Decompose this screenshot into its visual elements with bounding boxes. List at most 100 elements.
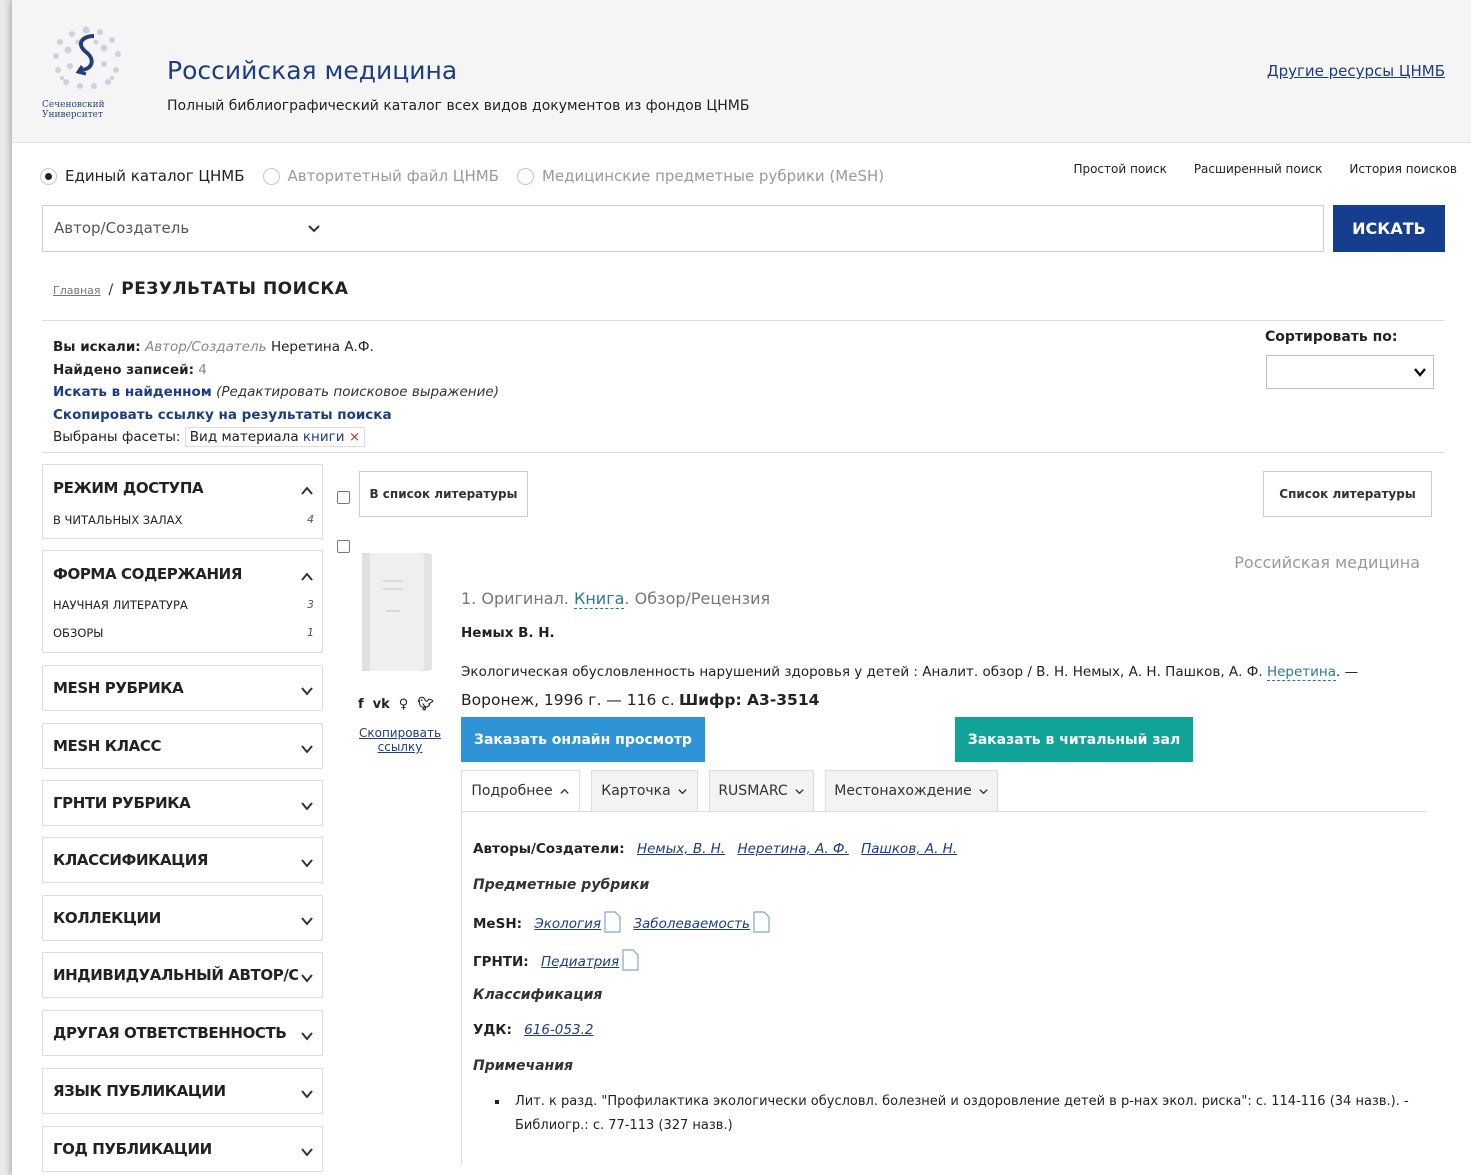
subjects-heading: Предметные рубрики	[473, 877, 650, 893]
facet-title: РЕЖИМ ДОСТУПА	[53, 479, 204, 497]
chevron-down-icon[interactable]	[300, 1029, 314, 1043]
facet-year[interactable]: ГОД ПУБЛИКАЦИИ	[42, 1126, 323, 1172]
other-resources-link[interactable]: Другие ресурсы ЦНМБ	[1267, 62, 1445, 80]
search-mode-group: Единый каталог ЦНМБ Авторитетный файл ЦН…	[40, 167, 902, 185]
logo-emblem-icon	[53, 26, 121, 89]
authors-row: Авторы/Создатели: Немых, В. Н. Неретина,…	[473, 841, 957, 857]
mesh-term-link[interactable]: Заболеваемость	[633, 916, 750, 932]
grnti-term-link[interactable]: Педиатрия	[541, 954, 619, 970]
facebook-icon[interactable]: f	[358, 697, 364, 712]
description-author-link[interactable]: Неретина	[1266, 664, 1337, 681]
chevron-down-icon[interactable]	[300, 1145, 314, 1159]
page-title: РЕЗУЛЬТАТЫ ПОИСКА	[121, 279, 349, 299]
copy-results-link[interactable]: Скопировать ссылку на результаты поиска	[53, 407, 392, 423]
simple-search-link[interactable]: Простой поиск	[1073, 162, 1166, 176]
facet-other-responsibility[interactable]: ДРУГАЯ ОТВЕТСТВЕННОСТЬ	[42, 1010, 323, 1056]
document-icon[interactable]	[621, 949, 639, 971]
mode-label: Единый каталог ЦНМБ	[65, 167, 245, 185]
facet-mesh-rubric[interactable]: MESH РУБРИКА	[42, 665, 323, 711]
grnti-row: ГРНТИ: Педиатрия	[473, 949, 639, 971]
author-link[interactable]: Неретина, А. Ф.	[737, 841, 848, 857]
search-within-link[interactable]: Искать в найденном	[53, 384, 212, 400]
facet-content-form[interactable]: ФОРМА СОДЕРЖАНИЯ НАУЧНАЯ ЛИТЕРАТУРА 3 ОБ…	[42, 550, 323, 653]
radio-unified-catalog[interactable]	[40, 167, 57, 185]
chevron-down-icon[interactable]	[300, 1087, 314, 1101]
chevron-down-icon[interactable]	[300, 856, 314, 870]
record-type-book-link[interactable]: Книга	[573, 589, 625, 609]
tab-card[interactable]: Карточка	[591, 770, 698, 812]
author-link[interactable]: Пашков, А. Н.	[861, 841, 957, 857]
mode-authority-file[interactable]: Авторитетный файл ЦНМБ	[262, 167, 517, 185]
edit-expression-link[interactable]: (Редактировать поисковое выражение)	[216, 384, 499, 400]
search-field-select[interactable]: Автор/Создатель	[54, 219, 189, 237]
facet-individual-author[interactable]: ИНДИВИДУАЛЬНЫЙ АВТОР/СОАВТОР	[42, 952, 323, 998]
facet-title: КОЛЛЕКЦИИ	[53, 909, 161, 927]
chevron-down-icon[interactable]	[300, 799, 314, 813]
advanced-search-link[interactable]: Расширенный поиск	[1194, 162, 1323, 176]
record-number: 1.	[461, 589, 477, 608]
order-online-button[interactable]: Заказать онлайн просмотр	[461, 717, 705, 762]
facet-language[interactable]: ЯЗЫК ПУБЛИКАЦИИ	[42, 1068, 323, 1114]
add-to-list-button[interactable]: В список литературы	[359, 471, 528, 517]
odnoklassniki-icon[interactable]: ♀	[399, 697, 409, 712]
facet-item[interactable]: В ЧИТАЛЬНЫХ ЗАЛАХ 4	[53, 513, 314, 527]
selected-facets: Выбраны фасеты: Вид материала книги ×	[53, 426, 499, 449]
udk-link[interactable]: 616-053.2	[524, 1022, 593, 1038]
mesh-term-link[interactable]: Экология	[534, 916, 601, 932]
copy-link[interactable]: Скопировать ссылку	[358, 726, 442, 754]
vkontakte-icon[interactable]: vk	[373, 697, 390, 712]
order-reading-room-button[interactable]: Заказать в читальный зал	[955, 717, 1193, 762]
chevron-up-icon[interactable]	[300, 484, 314, 498]
facet-collections[interactable]: КОЛЛЕКЦИИ	[42, 895, 323, 941]
bibliography-list-button[interactable]: Список литературы	[1263, 471, 1432, 517]
document-icon[interactable]	[603, 911, 621, 933]
facet-mesh-class[interactable]: MESH КЛАСС	[42, 723, 323, 769]
facet-title: ФОРМА СОДЕРЖАНИЯ	[53, 565, 242, 583]
found-label: Найдено записей:	[53, 361, 194, 378]
record-checkbox[interactable]	[337, 540, 350, 553]
sort-select[interactable]	[1266, 355, 1434, 389]
chevron-down-icon[interactable]	[300, 742, 314, 756]
mode-mesh[interactable]: Медицинские предметные рубрики (MeSH)	[516, 167, 902, 185]
chevron-down-icon[interactable]	[300, 914, 314, 928]
facet-access-mode[interactable]: РЕЖИМ ДОСТУПА В ЧИТАЛЬНЫХ ЗАЛАХ 4	[42, 464, 323, 539]
tabs-divider	[461, 811, 1427, 812]
breadcrumb-separator: /	[108, 282, 114, 298]
query-line: Вы искали: Автор/Создатель Неретина А.Ф.	[53, 336, 499, 359]
university-logo[interactable]: Сеченовский Университет	[42, 22, 132, 132]
search-history-link[interactable]: История поисков	[1349, 162, 1457, 176]
facet-title: КЛАССИФИКАЦИЯ	[53, 851, 209, 869]
tab-details[interactable]: Подробнее	[461, 770, 580, 812]
mode-unified-catalog[interactable]: Единый каталог ЦНМБ	[40, 167, 263, 185]
grnti-label: ГРНТИ:	[473, 954, 529, 970]
tab-rusmarc[interactable]: RUSMARC	[709, 770, 814, 812]
search-button[interactable]: ИСКАТЬ	[1333, 205, 1445, 252]
remove-facet-icon[interactable]: ×	[349, 429, 360, 445]
facet-grnti-rubric[interactable]: ГРНТИ РУБРИКА	[42, 780, 323, 826]
facet-item[interactable]: НАУЧНАЯ ЛИТЕРАТУРА 3	[53, 598, 314, 612]
tab-location[interactable]: Местонахождение	[825, 770, 998, 812]
mode-label: Авторитетный файл ЦНМБ	[287, 167, 499, 185]
chevron-up-icon[interactable]	[300, 570, 314, 584]
chevron-down-icon[interactable]	[300, 684, 314, 698]
author-link[interactable]: Немых, В. Н.	[637, 841, 725, 857]
select-all-checkbox[interactable]	[337, 491, 350, 504]
search-input[interactable]: Автор/Создатель	[42, 205, 1324, 252]
radio-authority-file[interactable]	[262, 167, 280, 185]
notes-heading: Примечания	[473, 1058, 574, 1074]
chevron-down-icon	[795, 788, 804, 794]
description-text: . —	[1336, 664, 1359, 680]
facet-item[interactable]: ОБЗОРЫ 1	[53, 626, 314, 640]
twitter-icon[interactable]: 🐦︎	[417, 697, 434, 712]
chevron-down-icon[interactable]	[300, 971, 314, 985]
facet-title: MESH РУБРИКА	[53, 679, 184, 697]
radio-mesh[interactable]	[516, 167, 534, 185]
divider	[42, 320, 1445, 321]
tab-label: Подробнее	[471, 783, 553, 799]
site-title[interactable]: Российская медицина	[167, 56, 457, 85]
document-icon[interactable]	[752, 911, 770, 933]
facet-classification[interactable]: КЛАССИФИКАЦИЯ	[42, 837, 323, 883]
udk-label: УДК:	[473, 1022, 512, 1038]
chevron-down-icon[interactable]	[306, 220, 322, 236]
breadcrumb-home[interactable]: Главная	[53, 284, 101, 297]
